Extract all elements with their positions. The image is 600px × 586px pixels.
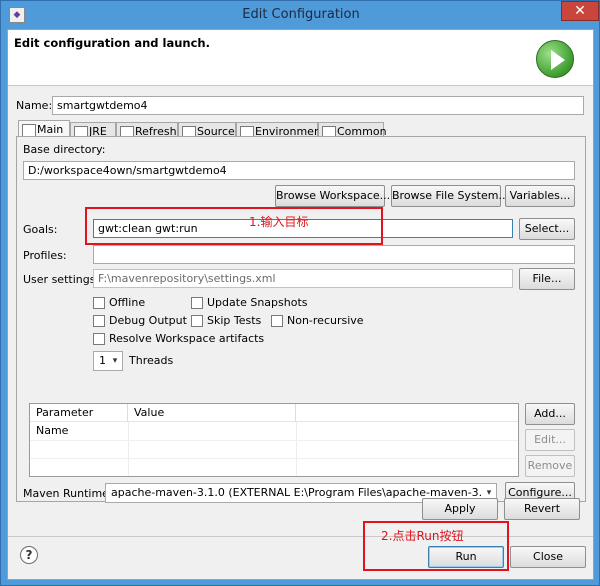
goals-select-button[interactable]: Select... — [519, 218, 575, 240]
column-divider — [128, 422, 129, 476]
name-label: Name: — [16, 99, 53, 112]
browse-file-system-button[interactable]: Browse File System... — [391, 185, 509, 207]
threads-label: Threads — [129, 354, 174, 367]
empty-header — [296, 404, 518, 422]
window-title: Edit Configuration — [242, 7, 360, 22]
non-recursive-checkbox[interactable] — [271, 315, 283, 327]
value-header[interactable]: Value — [128, 404, 296, 422]
title-bar: ◆ Edit Configuration ✕ — [1, 1, 600, 29]
offline-label: Offline — [109, 296, 146, 309]
update-snapshots-checkbox[interactable] — [191, 297, 203, 309]
threads-select[interactable]: 1 ▾ — [93, 351, 123, 371]
debug-output-checkbox[interactable] — [93, 315, 105, 327]
chevron-down-icon: ▾ — [112, 356, 118, 366]
main-tab-panel: Base directory: D:/workspace4own/smartgw… — [16, 136, 586, 504]
resolve-workspace-label: Resolve Workspace artifacts — [109, 332, 265, 345]
parameters-table[interactable]: Parameter Name Value — [29, 403, 519, 477]
base-directory-field[interactable]: D:/workspace4own/smartgwtdemo4 — [23, 161, 575, 180]
profiles-field[interactable] — [93, 245, 575, 264]
browse-workspace-button[interactable]: Browse Workspace... — [275, 185, 390, 207]
offline-checkbox[interactable] — [93, 297, 105, 309]
goals-highlight-box — [85, 207, 383, 245]
parameter-name-header[interactable]: Parameter Name — [30, 404, 128, 437]
column-divider — [296, 422, 297, 476]
debug-output-label: Debug Output — [109, 314, 187, 327]
banner-message: Edit configuration and launch. — [14, 36, 210, 50]
revert-button[interactable]: Revert — [504, 498, 580, 520]
threads-value: 1 — [99, 354, 106, 367]
close-window-button[interactable]: ✕ — [561, 1, 599, 21]
non-recursive-label: Non-recursive — [287, 314, 364, 327]
edit-parameter-button[interactable]: Edit... — [525, 429, 575, 451]
profiles-label: Profiles: — [23, 249, 67, 262]
dialog-banner: Edit configuration and launch. — [8, 30, 593, 86]
edit-configuration-window: ◆ Edit Configuration ✕ Edit configuratio… — [0, 0, 600, 586]
skip-tests-checkbox[interactable] — [191, 315, 203, 327]
close-button[interactable]: Close — [510, 546, 586, 568]
dialog-client-area: Edit configuration and launch. Name: sma… — [7, 29, 594, 580]
user-settings-file-button[interactable]: File... — [519, 268, 575, 290]
base-directory-label: Base directory: — [23, 143, 106, 156]
resolve-workspace-checkbox[interactable] — [93, 333, 105, 345]
apply-button[interactable]: Apply — [422, 498, 498, 520]
goals-label: Goals: — [23, 223, 58, 236]
variables-button[interactable]: Variables... — [505, 185, 575, 207]
user-settings-label: User settings: — [23, 273, 100, 286]
user-settings-field[interactable]: F:\mavenrepository\settings.xml — [93, 269, 513, 288]
skip-tests-label: Skip Tests — [207, 314, 262, 327]
remove-parameter-button[interactable]: Remove — [525, 455, 575, 477]
add-parameter-button[interactable]: Add... — [525, 403, 575, 425]
row-divider — [30, 458, 518, 459]
run-annotation: 2.点击Run按钮 — [381, 529, 464, 543]
row-divider — [30, 440, 518, 441]
run-icon — [536, 40, 574, 78]
maven-runtime-label: Maven Runtime: — [23, 487, 113, 500]
name-field[interactable]: smartgwtdemo4 — [52, 96, 584, 115]
goals-annotation: 1.输入目标 — [249, 215, 309, 229]
help-icon[interactable]: ? — [20, 546, 38, 564]
update-snapshots-label: Update Snapshots — [207, 296, 308, 309]
